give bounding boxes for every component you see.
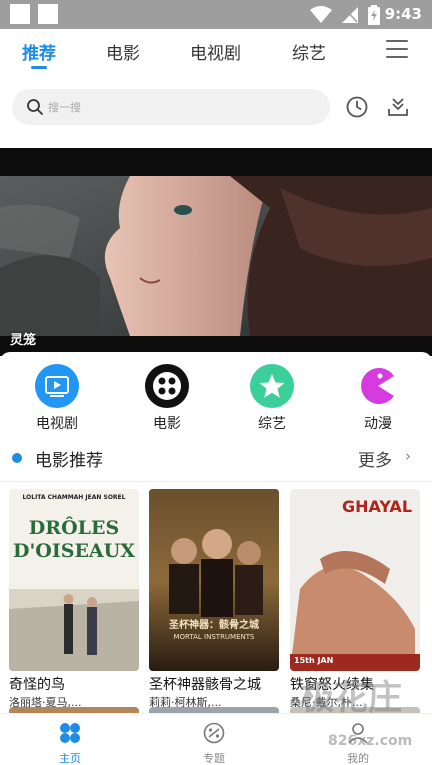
tv-icon xyxy=(35,364,79,408)
nav-label: 我的 xyxy=(347,752,369,765)
movie-title: 圣杯神器骸骨之城 xyxy=(149,677,261,693)
home-icon xyxy=(60,723,80,743)
category-tabs: 推荐 电影 电视剧 综艺 xyxy=(0,29,432,75)
nav-home[interactable]: 主页 xyxy=(40,722,100,765)
poster-title: DRÔLES xyxy=(28,517,120,539)
search-icon xyxy=(27,99,43,115)
watermark-url: 826xz.com xyxy=(328,733,413,749)
nav-topics[interactable]: 专题 xyxy=(184,722,244,765)
category-variety[interactable]: 综艺 xyxy=(237,364,307,433)
signal-icon xyxy=(342,7,358,23)
wifi-icon xyxy=(310,6,332,23)
movie-poster: LOLITA CHAMMAH JEAN SOREL DRÔLES D'OISEA… xyxy=(9,489,139,671)
movie-title: 奇怪的鸟 xyxy=(9,677,65,693)
banner-title: 灵笼 xyxy=(10,333,37,348)
divider xyxy=(0,481,432,482)
notification-icon xyxy=(10,4,30,24)
section-header: 电影推荐 更多 › xyxy=(0,443,432,471)
status-time: 9:43 xyxy=(384,5,422,23)
poster-credits: LOLITA CHAMMAH JEAN SOREL xyxy=(22,494,126,501)
category-tv-series[interactable]: 电视剧 xyxy=(22,364,92,433)
watermark: 极花庄 xyxy=(300,678,402,718)
chevron-right-icon[interactable]: › xyxy=(405,447,411,465)
movie-poster: 圣杯神器：骸骨之城 MORTAL INSTRUMENTS xyxy=(149,489,279,671)
search-input[interactable]: 搜一搜 xyxy=(12,89,330,125)
tab-recommend[interactable]: 推荐 xyxy=(22,39,56,64)
star-icon xyxy=(250,364,294,408)
category-label: 电视剧 xyxy=(36,416,78,432)
poster-date: 15th JAN xyxy=(294,656,334,665)
poster-subtitle: MORTAL INSTRUMENTS xyxy=(173,633,255,641)
category-anime[interactable]: 动漫 xyxy=(343,364,413,433)
battery-icon xyxy=(368,5,380,25)
active-tab-indicator xyxy=(31,66,47,69)
nav-label: 主页 xyxy=(59,752,81,765)
menu-icon[interactable] xyxy=(386,40,408,60)
search-placeholder: 搜一搜 xyxy=(48,101,81,114)
tab-movies[interactable]: 电影 xyxy=(106,39,140,64)
category-label: 动漫 xyxy=(364,416,392,432)
banner-carousel[interactable] xyxy=(0,148,432,356)
download-icon[interactable] xyxy=(386,95,410,119)
poster-title: 圣杯神器：骸骨之城 xyxy=(169,620,259,631)
movie-card[interactable]: 圣杯神器：骸骨之城 MORTAL INSTRUMENTS 圣杯神器骸骨之城 莉莉… xyxy=(149,489,279,710)
tab-variety[interactable]: 综艺 xyxy=(292,39,326,64)
banner-image xyxy=(0,176,432,336)
nav-label: 专题 xyxy=(203,752,225,765)
category-movies[interactable]: 电影 xyxy=(132,364,202,433)
tab-tv-series[interactable]: 电视剧 xyxy=(190,39,241,64)
category-label: 电影 xyxy=(153,416,181,432)
section-dot xyxy=(12,453,22,463)
poster-title: GHAYAL xyxy=(342,497,413,516)
film-reel-icon xyxy=(145,364,189,408)
notification-icon xyxy=(38,4,58,24)
category-label: 综艺 xyxy=(258,416,286,432)
more-link[interactable]: 更多 xyxy=(358,446,392,471)
movie-poster: GHAYAL 15th JAN xyxy=(290,489,420,671)
poster-title: D'OISEAUX xyxy=(13,540,135,562)
section-title: 电影推荐 xyxy=(35,451,103,471)
movie-card[interactable]: LOLITA CHAMMAH JEAN SOREL DRÔLES D'OISEA… xyxy=(9,489,139,710)
history-clock-icon[interactable] xyxy=(345,95,369,119)
topic-icon xyxy=(203,722,225,744)
pacman-icon xyxy=(356,364,400,408)
status-bar: 9:43 xyxy=(0,0,432,29)
